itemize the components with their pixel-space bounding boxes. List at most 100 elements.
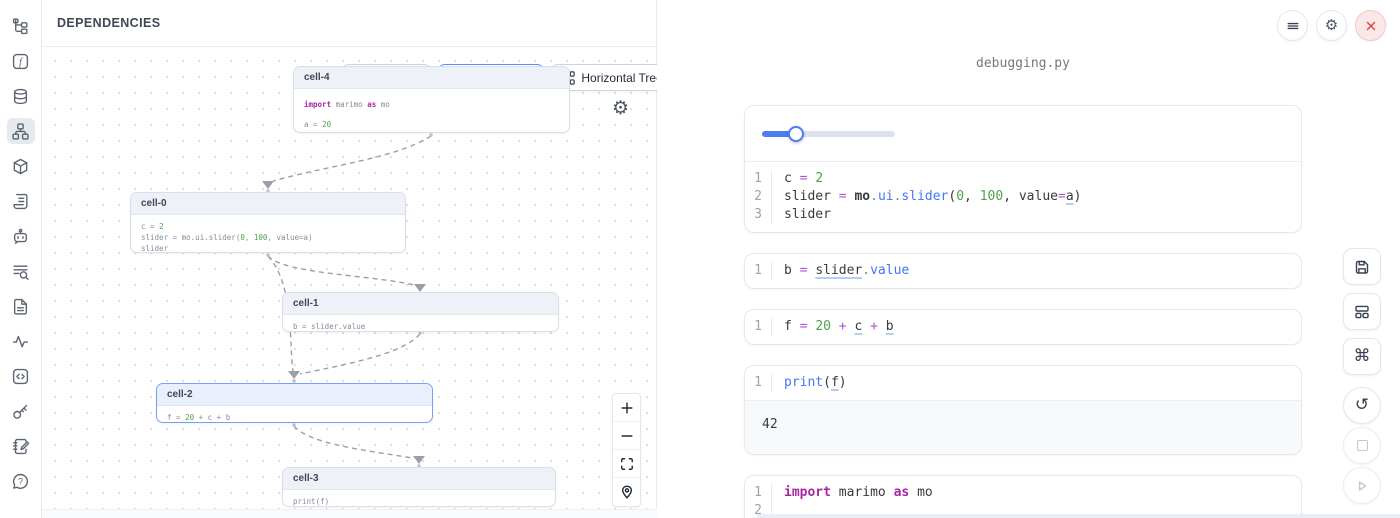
key-icon (12, 403, 29, 420)
sidebar-item-datasources[interactable] (7, 83, 35, 109)
gear-icon: ⚙ (1325, 18, 1338, 33)
box-icon (12, 158, 29, 175)
maximize-icon (620, 457, 634, 471)
sidebar-item-packages[interactable] (7, 153, 35, 179)
command-icon: ⌘ (1354, 348, 1371, 365)
notebook-panel: debugging.py 1c = 22slider = mo.ui.slide… (657, 0, 1400, 518)
zoom-in-button[interactable] (613, 394, 640, 422)
window-controls: ⚙ (1277, 10, 1386, 41)
cell-code-editor[interactable]: 1print(f) (745, 366, 1301, 400)
code-line: b = slider.value (772, 262, 909, 280)
graph-node-cell-0[interactable]: cell-0c = 2slider = mo.ui.slider(0, 100,… (130, 192, 406, 253)
close-panel-button[interactable] (632, 21, 636, 25)
notebook-cell: 1b = slider.value (744, 253, 1302, 289)
cell-code-editor[interactable]: 1b = slider.value (745, 254, 1301, 288)
cell-code-editor[interactable]: 1f = 20 + c + b (745, 310, 1301, 344)
slider-widget[interactable] (762, 131, 895, 137)
sidebar-item-dependencies[interactable] (7, 118, 35, 144)
menu-button[interactable] (1277, 10, 1308, 41)
stop-icon (1357, 440, 1368, 451)
text-search-icon (12, 263, 29, 280)
graph-toolbar-label: Horizontal Tree (581, 71, 657, 85)
line-number: 3 (745, 206, 772, 224)
notebook-cell: 1f = 20 + c + b (744, 309, 1302, 345)
line-number: 1 (745, 170, 772, 188)
sidebar-item-functions[interactable]: f (7, 48, 35, 74)
line-number: 2 (745, 188, 772, 206)
sidebar-item-logs[interactable] (7, 188, 35, 214)
stop-button[interactable] (1343, 427, 1381, 464)
center-selection-button[interactable] (613, 478, 640, 506)
app-root: f? DEPENDENCIES Mini MapVertical TreeHor… (0, 0, 1400, 518)
map-pin-icon (620, 485, 634, 499)
message-question-icon: ? (12, 473, 29, 490)
sidebar-item-secrets[interactable] (7, 398, 35, 424)
sidebar-item-file-explorer[interactable] (7, 13, 35, 39)
play-icon (1354, 478, 1370, 494)
sidebar-item-snippets[interactable] (7, 363, 35, 389)
layout-icon (1354, 304, 1370, 320)
code-line: c = 2 (772, 170, 823, 188)
code-line: f = 20 + c + b (772, 318, 894, 336)
notebook-filename: debugging.py (744, 56, 1302, 71)
cell-code-editor[interactable]: 1import marimo as mo2 (745, 476, 1301, 518)
settings-button[interactable]: ⚙ (1316, 10, 1347, 41)
graph-node-code: import marimo as moa = 20 (294, 89, 569, 133)
sidebar-item-help[interactable]: ? (7, 468, 35, 494)
dependency-graph-canvas[interactable]: Mini MapVertical TreeHorizontal Tree ⚙ c… (42, 47, 657, 518)
svg-text:f: f (19, 56, 23, 67)
code-line: slider = mo.ui.slider(0, 100, value=a) (772, 188, 1081, 206)
run-button[interactable] (1343, 467, 1381, 504)
sidebar-item-search[interactable] (7, 258, 35, 284)
graph-node-cell-2[interactable]: cell-2f = 20 + c + b (156, 383, 433, 423)
shutdown-button[interactable] (1355, 10, 1386, 41)
line-number: 1 (745, 262, 772, 280)
graph-node-cell-3[interactable]: cell-3print(f) (282, 467, 556, 507)
notebook-cells: 1c = 22slider = mo.ui.slider(0, 100, val… (744, 105, 1302, 518)
graph-node-code: c = 2slider = mo.ui.slider(0, 100, value… (131, 215, 405, 253)
slider-thumb[interactable] (788, 126, 804, 142)
notebook-cell: 1import marimo as mo2 (744, 475, 1302, 518)
code-line: import marimo as mo (772, 484, 933, 502)
tree-icon (12, 18, 29, 35)
function-square-icon: f (12, 53, 29, 70)
save-icon (1354, 259, 1370, 275)
graph-node-title: cell-3 (283, 468, 555, 490)
database-icon (12, 88, 29, 105)
notebook-pen-icon (12, 438, 29, 455)
line-number: 1 (745, 318, 772, 336)
save-button[interactable] (1343, 248, 1381, 285)
line-number: 1 (745, 484, 772, 502)
graph-node-cell-4[interactable]: cell-4import marimo as moa = 20 (293, 66, 570, 133)
graph-settings-button[interactable]: ⚙ (612, 99, 629, 118)
graph-node-code: b = slider.value (283, 315, 558, 332)
notebook-cell: 1print(f)42 (744, 365, 1302, 455)
layout-button[interactable] (1343, 293, 1381, 330)
panel-title: DEPENDENCIES (57, 16, 160, 30)
graph-node-cell-1[interactable]: cell-1b = slider.value (282, 292, 559, 332)
activity-sidebar: f? (0, 0, 42, 518)
cell-output: 42 (745, 400, 1301, 454)
bottom-strip (757, 514, 1400, 518)
sidebar-item-tracing[interactable] (7, 328, 35, 354)
sidebar-item-documentation[interactable] (7, 293, 35, 319)
code-line: slider (772, 206, 831, 224)
sidebar-item-scratchpad[interactable] (7, 433, 35, 459)
code-line: print(f) (772, 374, 847, 392)
undo-button[interactable]: ↺ (1343, 387, 1381, 424)
graph-zoom-controls (612, 393, 641, 507)
cell-code-editor[interactable]: 1c = 22slider = mo.ui.slider(0, 100, val… (745, 162, 1301, 232)
close-icon (1364, 19, 1378, 33)
sidebar-item-chat[interactable] (7, 223, 35, 249)
zoom-out-button[interactable] (613, 422, 640, 450)
notebook-cell: 1c = 22slider = mo.ui.slider(0, 100, val… (744, 105, 1302, 233)
network-icon (12, 123, 29, 140)
undo-icon: ↺ (1355, 397, 1369, 414)
command-palette-button[interactable]: ⌘ (1343, 338, 1381, 375)
graph-bottom-strip (42, 509, 657, 518)
plus-icon (620, 401, 634, 415)
svg-text:?: ? (18, 476, 23, 486)
file-text-icon (12, 298, 29, 315)
graph-node-title: cell-0 (131, 193, 405, 215)
fit-view-button[interactable] (613, 450, 640, 478)
